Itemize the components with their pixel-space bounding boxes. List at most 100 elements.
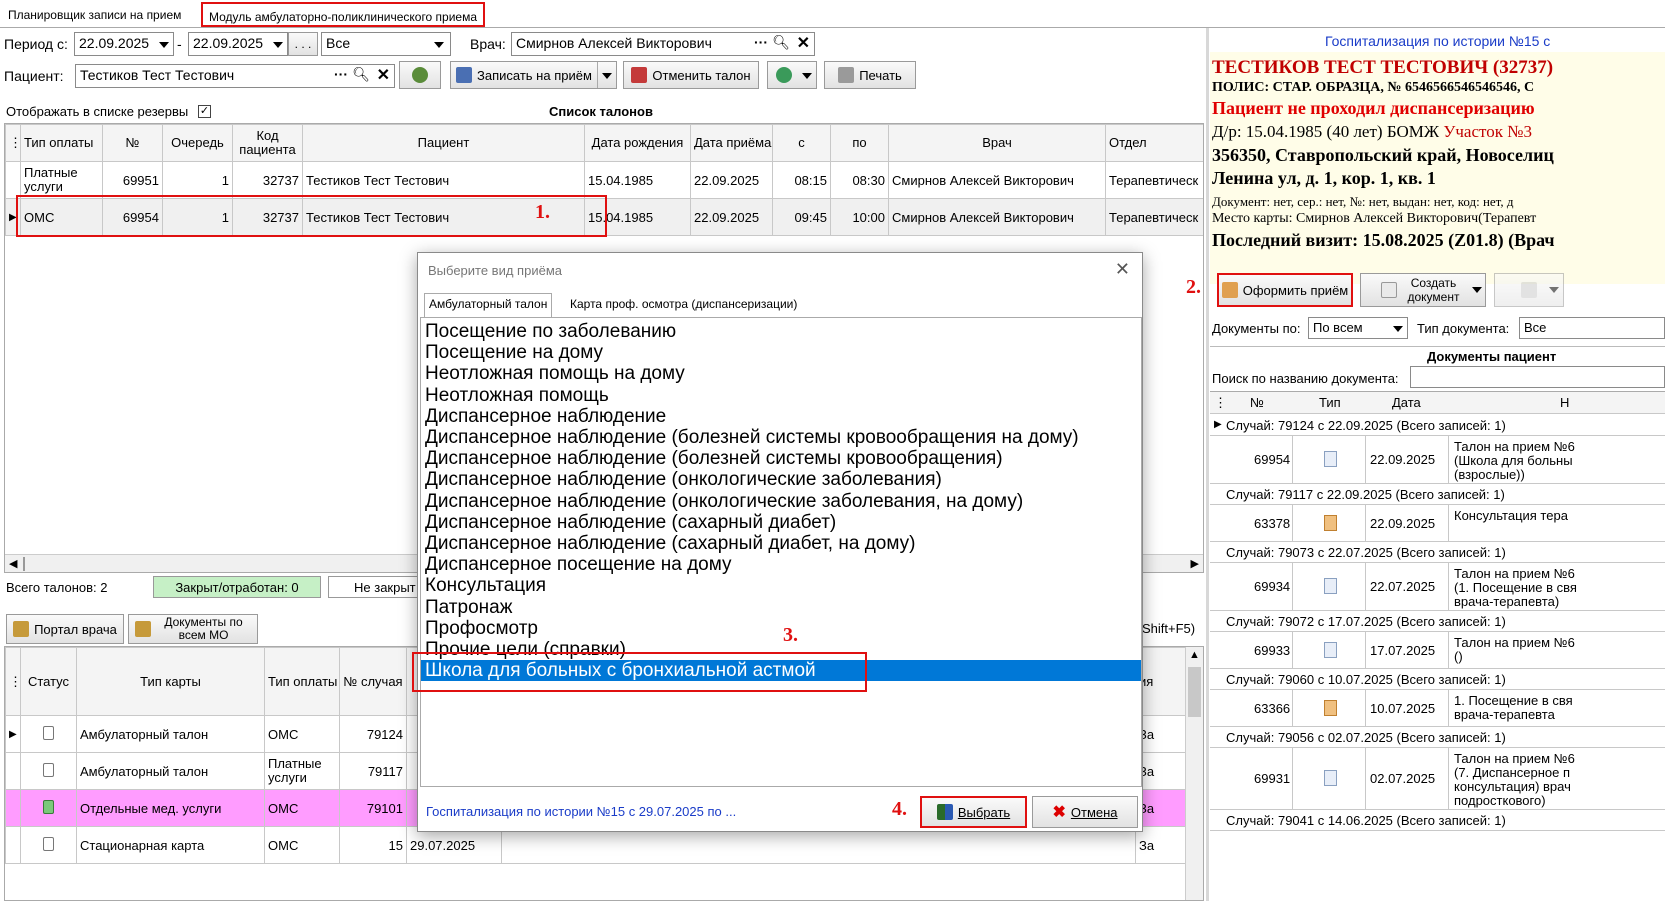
visit-type-item[interactable]: Диспансерное наблюдение (сахарный диабет… — [421, 533, 1141, 554]
table-row[interactable]: Стационарная карта ОМС 15 29.07.2025 За — [5, 826, 1203, 864]
doc-group-header[interactable]: Случай: 79072 с 17.07.2025 (Всего записе… — [1210, 611, 1665, 632]
all-mo-docs-button[interactable]: Документы по всем МО — [128, 614, 258, 644]
visit-type-item[interactable]: Прочие цели (справки) — [421, 639, 1141, 660]
scroll-left-icon[interactable]: ◀ — [9, 557, 17, 570]
col-from[interactable]: с — [772, 124, 831, 162]
col-pay-type[interactable]: Тип оплаты — [20, 124, 103, 162]
date-to-field[interactable]: 22.09.2025 — [188, 32, 288, 56]
col-doc-date[interactable]: Дата — [1392, 395, 1421, 410]
print-button[interactable]: Печать — [824, 61, 916, 89]
visit-type-item[interactable]: Консультация — [421, 575, 1141, 596]
visit-type-item[interactable]: Диспансерное наблюдение (сахарный диабет… — [421, 512, 1141, 533]
tab-prof-exam-card[interactable]: Карта проф. осмотра (диспансеризации) — [566, 295, 801, 313]
doc-row[interactable]: 63378 22.09.2025 Консультация тера — [1210, 505, 1665, 542]
col-status[interactable]: Статус — [20, 647, 77, 716]
col-queue[interactable]: Очередь — [162, 124, 233, 162]
doc-group-header[interactable]: Случай: 79073 с 22.07.2025 (Всего записе… — [1210, 542, 1665, 563]
grid-menu-icon[interactable]: ⋮ — [1214, 395, 1227, 411]
receive-patient-button[interactable]: Оформить приём — [1217, 273, 1353, 307]
col-doctor[interactable]: Врач — [888, 124, 1106, 162]
grid-menu-icon[interactable]: ⋮ — [5, 124, 21, 162]
doctor-portal-button[interactable]: Портал врача — [6, 614, 124, 644]
scroll-thumb[interactable] — [1188, 667, 1201, 717]
splitter[interactable] — [1206, 28, 1209, 901]
cancel-ticket-button[interactable]: Отменить талон — [623, 61, 759, 89]
grid-menu-icon[interactable]: ⋮ — [5, 647, 21, 716]
scroll-thumb[interactable] — [23, 557, 25, 571]
hospitalization-link[interactable]: Госпитализация по истории №15 с 29.07.20… — [426, 804, 736, 819]
col-case-number[interactable]: № случая — [339, 647, 407, 716]
book-appointment-button[interactable]: Записать на приём — [450, 61, 617, 89]
doc-search-input[interactable] — [1410, 366, 1665, 388]
cancel-button[interactable]: ✖ Отмена — [1032, 796, 1138, 828]
visit-type-item[interactable]: Диспансерное наблюдение (онкологические … — [421, 469, 1141, 490]
col-birthdate[interactable]: Дата рождения — [584, 124, 691, 162]
col-doc-number[interactable]: № — [1250, 395, 1264, 410]
delete-document-button[interactable] — [1494, 273, 1564, 307]
doc-group-header[interactable]: Случай: 79124 с 22.09.2025 (Всего записе… — [1210, 415, 1665, 436]
doc-row[interactable]: 69934 22.07.2025 Талон на прием №6 (1. Посе… — [1210, 563, 1665, 611]
more-icon[interactable]: ··· — [334, 66, 348, 82]
tab-ambulatory-ticket[interactable]: Амбулаторный талон — [424, 293, 553, 317]
visit-type-item[interactable]: Неотложная помощь на дому — [421, 363, 1141, 384]
hospitalization-link[interactable]: Госпитализация по истории №15 с — [1325, 33, 1550, 49]
col-doc-name[interactable]: Н — [1560, 395, 1569, 410]
doc-group-title: Случай: 79060 с 10.07.2025 (Всего записе… — [1226, 672, 1506, 687]
doc-row[interactable]: 69931 02.07.2025 Талон на прием №6 (7. Дисп… — [1210, 748, 1665, 810]
create-document-button[interactable]: Создать документ — [1360, 273, 1486, 307]
tab-ambulatory-module[interactable]: Модуль амбулаторно-поликлинического прие… — [201, 2, 486, 27]
doc-group-header[interactable]: Случай: 79041 с 14.06.2025 (Всего записе… — [1210, 810, 1665, 831]
table-row[interactable]: ▶ ОМС 69954 1 32737 Тестиков Тест Тестов… — [5, 198, 1203, 236]
visit-type-item[interactable]: Неотложная помощь — [421, 385, 1141, 406]
visit-type-item[interactable]: Диспансерное наблюдение (болезней систем… — [421, 448, 1141, 469]
refresh-button[interactable] — [767, 61, 817, 89]
doc-row[interactable]: 69954 22.09.2025 Талон на прием №6 (Школа д… — [1210, 436, 1665, 484]
col-doc-type[interactable]: Тип — [1319, 395, 1341, 410]
status-select[interactable]: Все — [321, 32, 451, 56]
scroll-right-icon[interactable]: ▶ — [1191, 557, 1199, 570]
col-pay-type[interactable]: Тип оплаты — [264, 647, 340, 716]
doc-name-line: Талон на прием №6 — [1454, 751, 1575, 766]
vertical-scrollbar[interactable]: ▲ — [1185, 647, 1203, 900]
doc-group-header[interactable]: Случай: 79056 с 02.07.2025 (Всего записе… — [1210, 727, 1665, 748]
doc-group-header[interactable]: Случай: 79060 с 10.07.2025 (Всего записе… — [1210, 669, 1665, 690]
patient-field[interactable]: Тестиков Тест Тестович ··· 🔍︎ ✕ — [75, 64, 395, 88]
search-icon[interactable]: 🔍︎ — [772, 34, 790, 51]
col-visit-date[interactable]: Дата приёма — [690, 124, 773, 162]
period-picker-button[interactable]: . . . — [288, 32, 318, 56]
visit-type-item[interactable]: Школа для больных с бронхиальной астмой — [421, 660, 1141, 682]
patient-info-button[interactable] — [399, 61, 441, 89]
visit-type-list[interactable]: Посещение по заболеванию Посещение на дом… — [420, 317, 1142, 787]
col-card-type[interactable]: Тип карты — [76, 647, 265, 716]
visit-type-item[interactable]: Посещение на дому — [421, 342, 1141, 363]
select-button[interactable]: Выбрать — [920, 796, 1027, 828]
visit-type-item[interactable]: Диспансерное посещение на дому — [421, 554, 1141, 575]
col-patient-code[interactable]: Код пациента — [232, 124, 303, 162]
visit-type-item[interactable]: Диспансерное наблюдение (болезней систем… — [421, 427, 1141, 448]
col-number[interactable]: № — [102, 124, 163, 162]
close-icon[interactable]: ✕ — [797, 33, 810, 53]
reserves-checkbox[interactable]: ✓ — [198, 105, 211, 118]
visit-type-item[interactable]: Патронаж — [421, 597, 1141, 618]
visit-type-item[interactable]: Диспансерное наблюдение (онкологические … — [421, 491, 1141, 512]
doc-type-select[interactable]: Все — [1519, 317, 1665, 339]
visit-type-item[interactable]: Диспансерное наблюдение — [421, 406, 1141, 427]
scroll-up-icon[interactable]: ▲ — [1189, 649, 1200, 661]
doc-row[interactable]: 63366 10.07.2025 1. Посещение в свя врача-т… — [1210, 690, 1665, 727]
doc-row[interactable]: 69933 17.07.2025 Талон на прием №6() — [1210, 632, 1665, 669]
table-row[interactable]: Платные услуги 69951 1 32737 Тестиков Те… — [5, 161, 1203, 199]
visit-type-item[interactable]: Посещение по заболеванию — [421, 321, 1141, 342]
close-icon[interactable]: ✕ — [1115, 259, 1130, 280]
visit-type-item[interactable]: Профосмотр — [421, 618, 1141, 639]
col-department[interactable]: Отдел — [1105, 124, 1203, 162]
close-icon[interactable]: ✕ — [377, 65, 390, 85]
search-icon[interactable]: 🔍︎ — [352, 66, 370, 83]
date-from-field[interactable]: 22.09.2025 — [74, 32, 174, 56]
doc-group-header[interactable]: Случай: 79117 с 22.09.2025 (Всего записе… — [1210, 484, 1665, 505]
col-to[interactable]: по — [830, 124, 889, 162]
tab-scheduler[interactable]: Планировщик записи на прием — [8, 8, 181, 22]
doctor-field[interactable]: Смирнов Алексей Викторович ··· 🔍︎ ✕ — [511, 32, 815, 56]
more-icon[interactable]: ··· — [754, 34, 768, 50]
col-patient[interactable]: Пациент — [302, 124, 585, 162]
docs-by-select[interactable]: По всем — [1308, 317, 1408, 339]
